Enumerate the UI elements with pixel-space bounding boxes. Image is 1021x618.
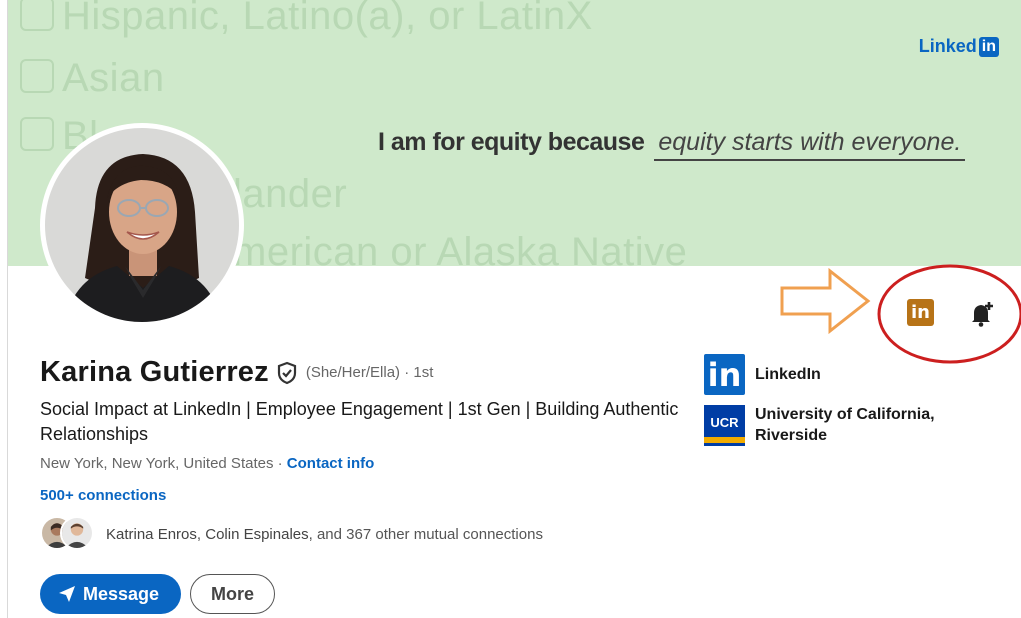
annotation-arrow	[780, 268, 871, 334]
current-company[interactable]: in LinkedIn	[704, 354, 821, 395]
company-logo: in	[704, 354, 745, 395]
banner-bg-line: Hispanic, Latino(a), or LatinX	[20, 0, 593, 39]
avatar-photo	[45, 128, 239, 322]
linkedin-logo: Linked in	[919, 36, 999, 57]
company-name: LinkedIn	[755, 366, 821, 383]
send-icon	[59, 586, 75, 602]
profile-location: New York, New York, United States · Cont…	[40, 455, 375, 472]
profile-avatar[interactable]	[40, 123, 244, 327]
linkedin-icon[interactable]: in	[907, 299, 934, 326]
avatar	[60, 516, 94, 550]
profile-name-row: Karina Gutierrez (She/Her/Ella) · 1st	[40, 356, 433, 389]
banner-tagline: I am for equity because equity starts wi…	[378, 128, 966, 161]
banner-bg-line: merican or Alaska Native	[233, 230, 688, 266]
contact-info-link[interactable]: Contact info	[287, 455, 375, 472]
more-button[interactable]: More	[190, 574, 276, 614]
profile-actions: Message More	[40, 574, 276, 614]
mutual-connections[interactable]: Katrina Enros, Colin Espinales, and 367 …	[40, 516, 543, 552]
bell-plus-icon[interactable]	[968, 299, 998, 327]
tagline-lead: I am for equity because	[378, 128, 645, 156]
verified-shield-icon[interactable]	[276, 361, 298, 385]
profile-headline: Social Impact at LinkedIn | Employee Eng…	[40, 399, 679, 444]
tagline-fill: equity starts with everyone.	[654, 128, 966, 161]
banner-bg-line: lander	[233, 172, 348, 216]
mutual-text: Katrina Enros, Colin Espinales, and 367 …	[106, 525, 543, 543]
mutual-avatars	[40, 516, 96, 552]
annotation-circle	[877, 264, 1021, 364]
school-name: University of California, Riverside	[755, 406, 935, 444]
education-school[interactable]: UCR University of California, Riverside	[704, 404, 975, 446]
connections-link[interactable]: 500+ connections	[40, 487, 166, 504]
school-logo: UCR	[704, 404, 745, 446]
banner-bg-line: Asian	[20, 56, 165, 101]
message-button[interactable]: Message	[40, 574, 182, 614]
profile-pronouns: (She/Her/Ella) · 1st	[305, 364, 434, 381]
profile-page: Hispanic, Latino(a), or LatinX Asian Bl …	[0, 0, 1021, 618]
profile-name: Karina Gutierrez	[40, 356, 269, 388]
